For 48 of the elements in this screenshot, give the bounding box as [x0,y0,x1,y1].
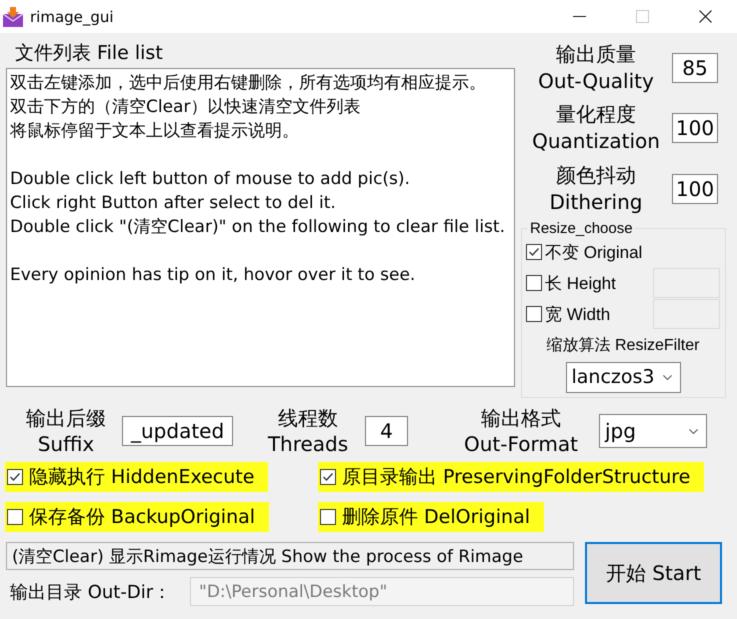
checkbox-icon[interactable] [526,306,542,322]
filter-label: 缩放算法 ResizeFilter [546,336,700,356]
resize-option[interactable]: 不变 Original [526,240,642,264]
filter-select[interactable]: lanczos3 [566,362,680,393]
text-field[interactable]: 4 [365,416,408,446]
resize-option[interactable]: 长 Height [526,272,616,295]
checkbox-icon[interactable] [7,509,23,525]
option-label: 线程数 Threads [266,405,350,457]
instruction-line: Every opinion has tip on it, hovor over it to see. [10,264,416,287]
instruction-line: 将鼠标停留于文本上以查看提示说明。 [10,120,299,143]
chevron-down-icon [689,428,698,434]
out-dir-label: 输出目录 Out-Dir： [9,580,172,604]
minimize-icon [573,16,586,18]
instruction-line: 双击下方的（清空Clear）以快速清空文件列表 [10,96,360,119]
setting-label: 量化程度 Quantization [531,101,661,156]
start-button[interactable]: 开始 Start [585,542,722,604]
instruction-line: Click right Button after select to del it. [10,192,336,215]
option-checkbox[interactable]: 原目录输出 PreservingFolderStructure [318,462,704,492]
instruction-line: Double click "(清空Clear)" on the following to clear file list. [10,216,505,239]
option-checkbox[interactable]: 保存备份 BackupOriginal [5,502,270,532]
file-list-box[interactable] [6,68,515,387]
checkbox-icon[interactable] [526,244,542,260]
close-icon [699,10,712,23]
checkbox-icon[interactable] [320,509,336,525]
text-field[interactable]: _updated [122,416,233,446]
option-label: 输出后缀 Suffix [25,405,107,457]
group-title: Resize_choose [529,220,634,237]
status-field[interactable]: (清空Clear) 显示Rimage运行情况 Show the process of Rimage [6,542,574,570]
format-select[interactable]: jpg [599,414,707,448]
app-icon [2,6,24,28]
number-field[interactable]: 100 [672,113,718,144]
setting-label: 输出质量 Out-Quality [537,41,655,96]
number-field[interactable]: 100 [672,174,718,204]
checkbox-icon[interactable] [7,469,23,485]
instruction-line: 双击左键添加，选中后使用右键删除，所有选项均有相应提示。 [10,72,486,95]
number-field[interactable]: 85 [672,53,718,84]
option-checkbox[interactable]: 隐藏执行 HiddenExecute [5,462,268,492]
window-title: rimage_gui [30,8,114,26]
chevron-down-icon [662,374,672,380]
setting-label: 颜色抖动 Dithering [548,162,644,216]
maximize-icon [636,10,649,23]
option-checkbox[interactable]: 删除原件 DelOriginal [318,502,544,532]
option-label: 输出格式 Out-Format [463,405,579,457]
checkbox-icon[interactable] [320,469,336,485]
instruction-line: Double click left button of mouse to add pic(s). [10,168,410,191]
resize-option[interactable]: 宽 Width [526,302,610,326]
checkbox-icon[interactable] [526,275,542,292]
file-list-label: 文件列表 File list [14,41,163,66]
